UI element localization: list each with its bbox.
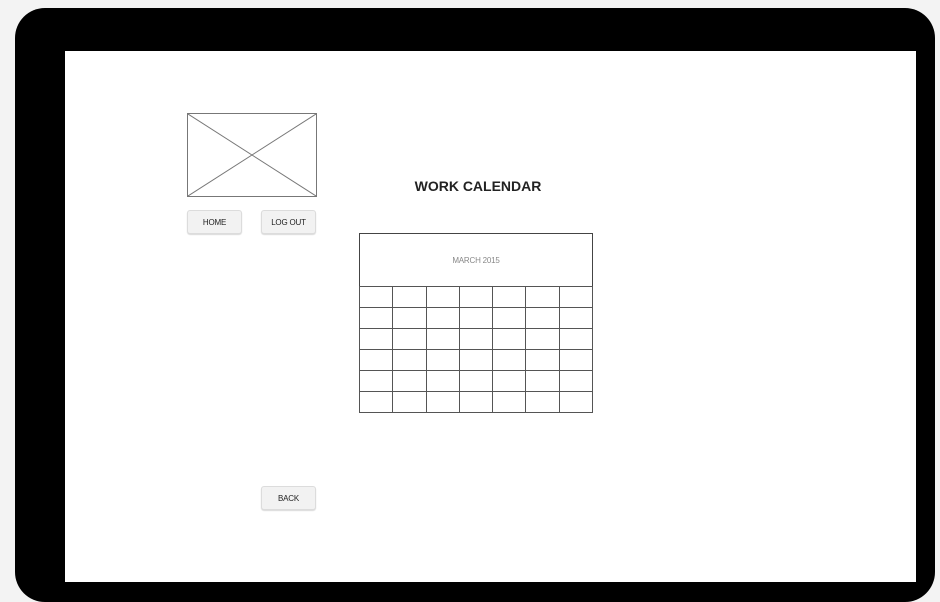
calendar: MARCH 2015	[358, 233, 594, 413]
calendar-day-cell[interactable]	[458, 286, 494, 308]
calendar-day-cell[interactable]	[358, 307, 394, 329]
calendar-day-cell[interactable]	[458, 391, 494, 413]
calendar-day-cell[interactable]	[392, 391, 427, 413]
calendar-day-cell[interactable]	[358, 370, 394, 392]
calendar-week-row	[358, 349, 594, 371]
calendar-day-cell[interactable]	[425, 286, 460, 308]
calendar-day-cell[interactable]	[525, 286, 560, 308]
calendar-day-cell[interactable]	[525, 307, 560, 329]
calendar-day-cell[interactable]	[392, 286, 427, 308]
calendar-day-cell[interactable]	[492, 391, 527, 413]
calendar-day-cell[interactable]	[458, 307, 494, 329]
calendar-day-cell[interactable]	[425, 328, 460, 350]
image-placeholder-icon	[188, 114, 316, 196]
calendar-month-header: MARCH 2015	[359, 233, 593, 287]
calendar-day-cell[interactable]	[525, 391, 560, 413]
calendar-day-cell[interactable]	[458, 370, 494, 392]
calendar-week-row	[358, 391, 594, 413]
calendar-day-cell[interactable]	[558, 286, 594, 308]
logout-button[interactable]: LOG OUT	[261, 210, 316, 234]
calendar-day-cell[interactable]	[358, 349, 394, 371]
calendar-day-cell[interactable]	[458, 349, 494, 371]
calendar-day-cell[interactable]	[392, 349, 427, 371]
calendar-day-cell[interactable]	[525, 349, 560, 371]
calendar-day-cell[interactable]	[558, 391, 594, 413]
calendar-day-cell[interactable]	[558, 328, 594, 350]
calendar-day-cell[interactable]	[492, 370, 527, 392]
calendar-day-cell[interactable]	[425, 307, 460, 329]
page-title: WORK CALENDAR	[414, 178, 542, 194]
calendar-day-cell[interactable]	[492, 328, 527, 350]
calendar-day-cell[interactable]	[558, 349, 594, 371]
calendar-day-cell[interactable]	[358, 328, 394, 350]
calendar-day-cell[interactable]	[392, 307, 427, 329]
calendar-day-cell[interactable]	[458, 328, 494, 350]
calendar-week-row	[358, 370, 594, 392]
home-button[interactable]: HOME	[187, 210, 242, 234]
logo-image-placeholder	[187, 113, 317, 197]
calendar-grid	[358, 286, 594, 413]
calendar-day-cell[interactable]	[492, 286, 527, 308]
calendar-day-cell[interactable]	[392, 328, 427, 350]
calendar-day-cell[interactable]	[425, 349, 460, 371]
calendar-day-cell[interactable]	[558, 307, 594, 329]
calendar-day-cell[interactable]	[525, 328, 560, 350]
calendar-day-cell[interactable]	[525, 370, 560, 392]
calendar-day-cell[interactable]	[358, 286, 394, 308]
calendar-day-cell[interactable]	[392, 370, 427, 392]
calendar-day-cell[interactable]	[358, 391, 394, 413]
calendar-day-cell[interactable]	[425, 391, 460, 413]
calendar-week-row	[358, 328, 594, 350]
calendar-day-cell[interactable]	[492, 349, 527, 371]
calendar-week-row	[358, 286, 594, 308]
calendar-week-row	[358, 307, 594, 329]
calendar-day-cell[interactable]	[425, 370, 460, 392]
calendar-day-cell[interactable]	[492, 307, 527, 329]
back-button[interactable]: BACK	[261, 486, 316, 510]
calendar-day-cell[interactable]	[558, 370, 594, 392]
